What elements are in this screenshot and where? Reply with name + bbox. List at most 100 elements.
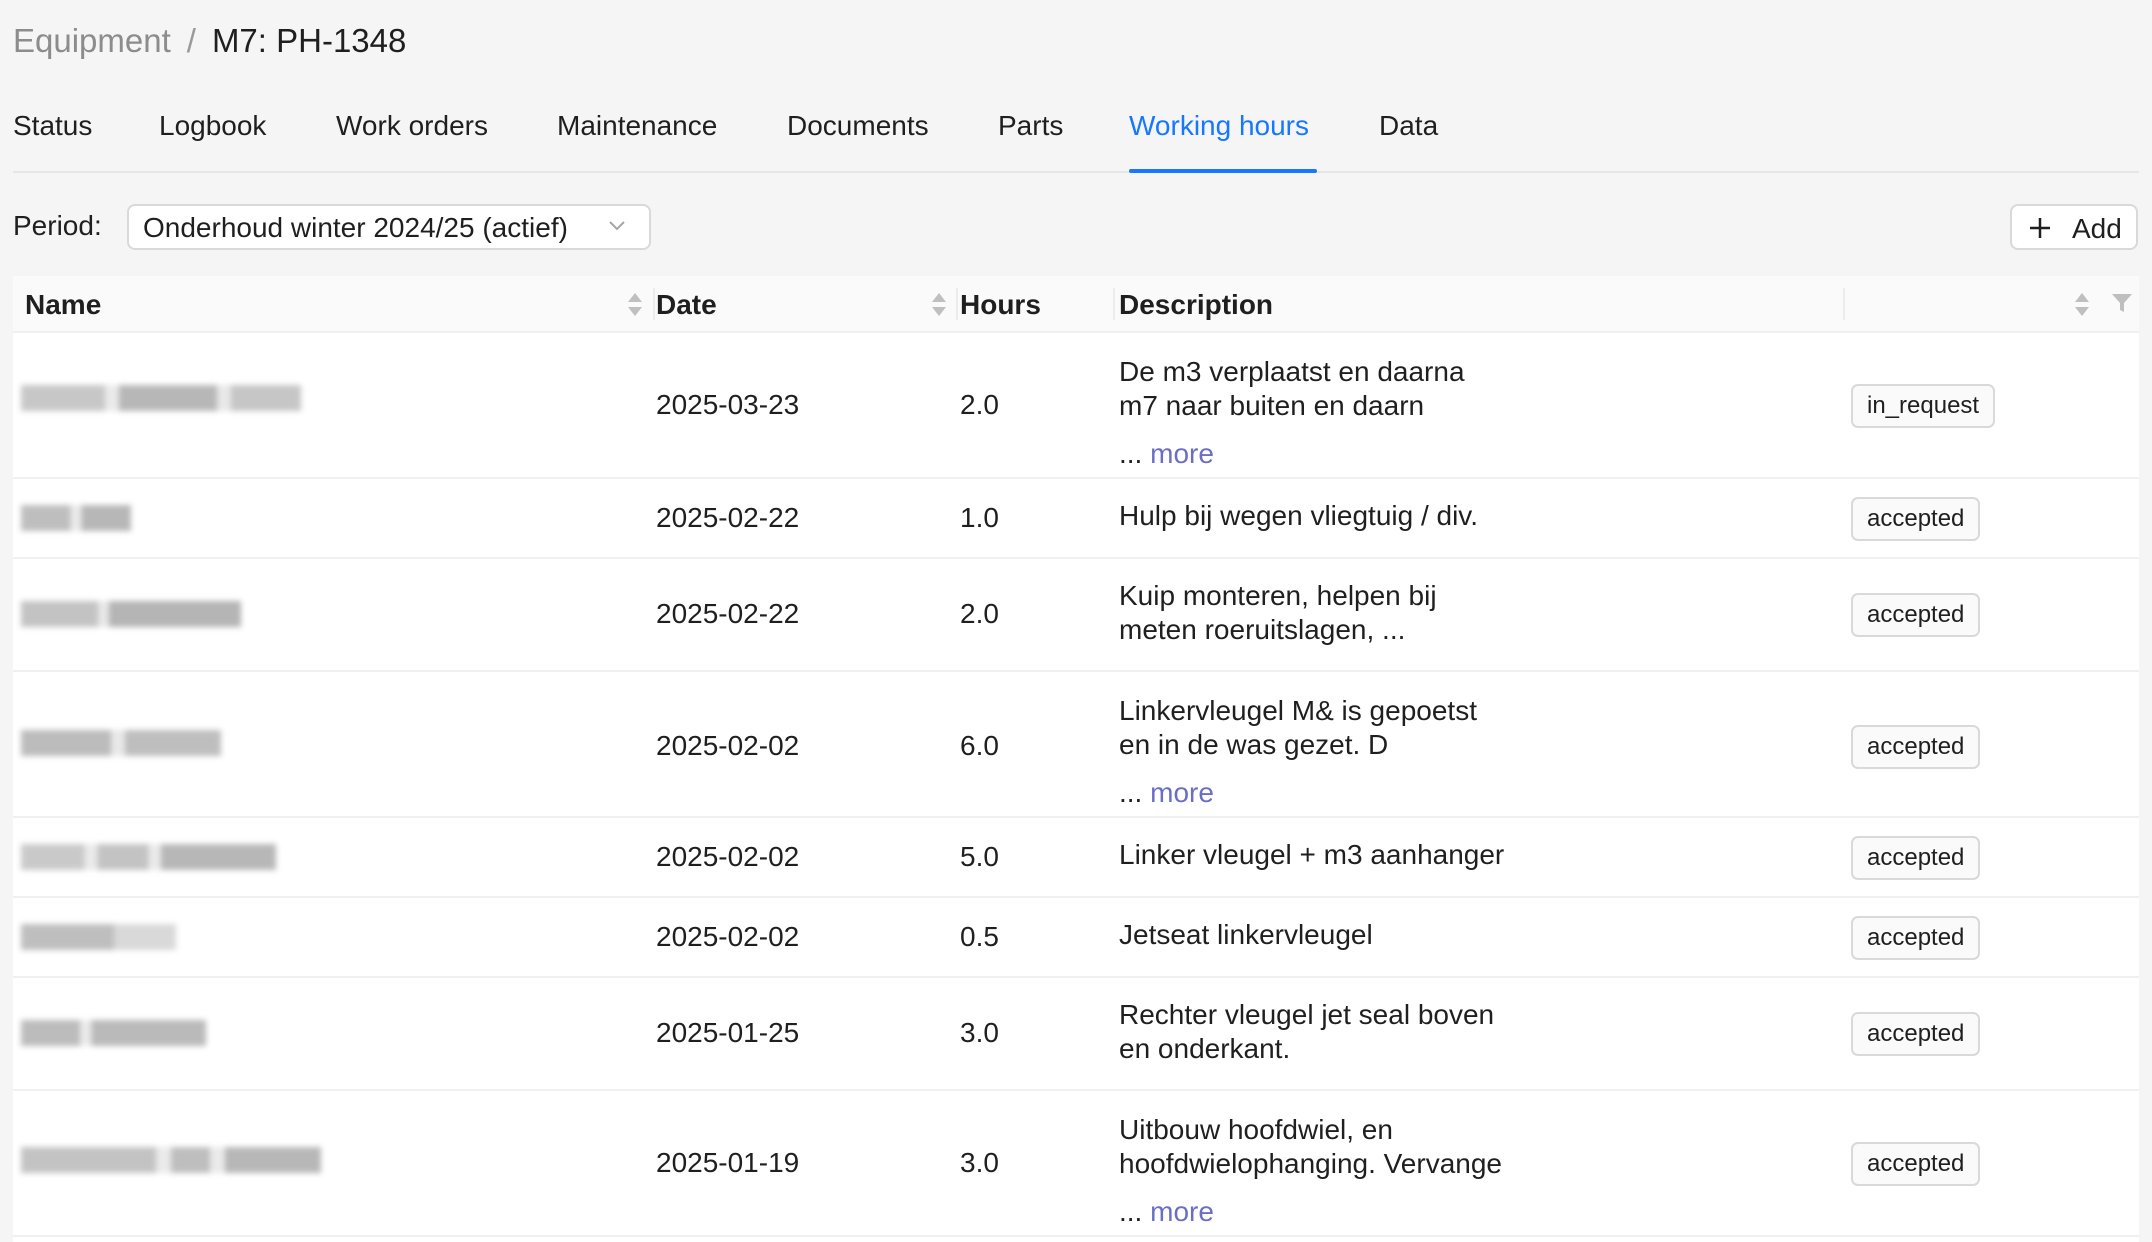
filter-icon[interactable] [2111, 292, 2133, 314]
description-line: Linker vleugel + m3 aanhanger [1119, 839, 1505, 870]
table-row: 2025-02-02 5.0 Linker vleugel + m3 aanha… [13, 818, 2139, 898]
date-cell: 2025-03-23 [656, 389, 800, 420]
description-line: Rechter vleugel jet seal boven [1119, 999, 1495, 1030]
table-header: Name Date Hours Description [13, 276, 2139, 333]
description-cell: De m3 verplaatst en daarna m7 naar buite… [1119, 355, 1619, 471]
ellipsis: ... [1119, 777, 1143, 808]
description-cell: Rechter vleugel jet seal boven en onderk… [1119, 998, 1619, 1066]
redacted-name [21, 730, 221, 756]
column-header-description: Description [1119, 289, 1274, 320]
working-hours-table: Name Date Hours Description 2025-03-23 2… [13, 276, 2139, 1242]
redacted-name [21, 505, 131, 531]
tab-logbook[interactable]: Logbook [159, 110, 266, 142]
date-cell: 2025-02-02 [656, 730, 800, 761]
tab-documents[interactable]: Documents [787, 110, 929, 142]
plus-icon [2030, 218, 2050, 238]
description-line: Jetseat linkervleugel [1119, 919, 1373, 950]
breadcrumb-equipment-link[interactable]: Equipment [13, 22, 171, 60]
hours-cell: 6.0 [960, 730, 999, 761]
description-line: Kuip monteren, helpen bij [1119, 580, 1437, 611]
more-link[interactable]: more [1150, 777, 1214, 808]
more-link[interactable]: more [1150, 438, 1214, 469]
description-line: Uitbouw hoofdwiel, en [1119, 1114, 1393, 1145]
column-header-name[interactable]: Name [25, 289, 101, 321]
tab-data[interactable]: Data [1379, 110, 1438, 142]
ellipsis: ... [1119, 1196, 1143, 1227]
description-line: De m3 verplaatst en daarna [1119, 356, 1465, 387]
period-label: Period: [13, 210, 102, 241]
redacted-name [21, 601, 241, 627]
period-select[interactable]: Onderhoud winter 2024/25 (actief) [127, 204, 651, 250]
tab-maintenance[interactable]: Maintenance [557, 110, 717, 142]
status-badge: in_request [1851, 384, 1996, 428]
redacted-name [21, 844, 276, 870]
tab-status[interactable]: Status [13, 110, 92, 142]
name-cell-redacted [21, 730, 221, 756]
description-cell: Kuip monteren, helpen bij meten roeruits… [1119, 579, 1619, 647]
table-row: 2025-02-02 0.5 Jetseat linkervleugel acc… [13, 898, 2139, 978]
breadcrumb-current: M7: PH-1348 [211, 22, 407, 59]
table-row: 2025-02-22 1.0 Hulp bij wegen vliegtuig … [13, 479, 2139, 559]
description-cell: Uitbouw hoofdwiel, en hoofdwielophanging… [1119, 1113, 1619, 1229]
date-cell: 2025-01-19 [656, 1147, 800, 1178]
sort-icon[interactable] [626, 290, 644, 320]
description-line: hoofdwielophanging. Vervange [1119, 1148, 1502, 1179]
column-header-date[interactable]: Date [656, 289, 717, 321]
date-cell: 2025-02-22 [656, 598, 800, 629]
status-badge: accepted [1851, 836, 1981, 880]
status-badge: accepted [1851, 497, 1981, 541]
tab-working-hours[interactable]: Working hours [1129, 110, 1309, 142]
redacted-name [21, 385, 301, 411]
description-cell: Linker vleugel + m3 aanhanger [1119, 838, 1619, 872]
breadcrumb: Equipment / M7: PH-1348 [13, 22, 406, 60]
more-line: ... more [1119, 776, 1619, 810]
hours-cell: 2.0 [960, 389, 999, 420]
column-divider [1113, 288, 1115, 320]
sort-icon[interactable] [2073, 290, 2091, 320]
table-row: 2025-01-25 3.0 Rechter vleugel jet seal … [13, 978, 2139, 1091]
date-cell: 2025-02-02 [656, 841, 800, 872]
table-row: 2025-02-22 2.0 Kuip monteren, helpen bij… [13, 559, 2139, 672]
hours-cell: 3.0 [960, 1147, 999, 1178]
column-divider [956, 288, 958, 320]
description-cell: Hulp bij wegen vliegtuig / div. [1119, 499, 1619, 533]
active-tab-indicator [1129, 169, 1317, 173]
description-line: Hulp bij wegen vliegtuig / div. [1119, 500, 1479, 531]
name-cell-redacted [21, 505, 131, 531]
more-line: ... more [1119, 437, 1619, 471]
hours-cell: 5.0 [960, 841, 999, 872]
add-button-label: Add [2072, 213, 2122, 244]
description-cell: Linkervleugel M& is gepoetst en in de wa… [1119, 694, 1619, 810]
name-cell-redacted [21, 924, 176, 950]
tab-parts[interactable]: Parts [998, 110, 1063, 142]
sort-icon[interactable] [930, 290, 948, 320]
column-divider [1843, 288, 1845, 320]
description-line: m7 naar buiten en daarn [1119, 390, 1425, 421]
name-cell-redacted [21, 844, 276, 870]
hours-cell: 3.0 [960, 1017, 999, 1048]
hours-cell: 2.0 [960, 598, 999, 629]
hours-cell: 1.0 [960, 502, 999, 533]
add-button[interactable]: Add [2010, 204, 2138, 250]
period-select-value: Onderhoud winter 2024/25 (actief) [143, 212, 568, 243]
column-header-hours: Hours [960, 289, 1041, 320]
working-hours-page: Equipment / M7: PH-1348 Status Logbook W… [0, 0, 2152, 1242]
more-line: ... more [1119, 1195, 1619, 1229]
status-badge: accepted [1851, 916, 1981, 960]
status-badge: accepted [1851, 593, 1981, 637]
tab-work-orders[interactable]: Work orders [336, 110, 488, 142]
table-row: 2025-03-23 2.0 De m3 verplaatst en daarn… [13, 333, 2139, 479]
hours-cell: 0.5 [960, 921, 999, 952]
redacted-name [21, 1020, 206, 1046]
description-line: en in de was gezet. D [1119, 729, 1389, 760]
table-row: 2025-02-02 6.0 Linkervleugel M& is gepoe… [13, 672, 2139, 818]
redacted-name [21, 924, 176, 950]
status-badge: accepted [1851, 1142, 1981, 1186]
description-line: Linkervleugel M& is gepoetst [1119, 695, 1477, 726]
breadcrumb-separator: / [186, 22, 196, 59]
name-cell-redacted [21, 1020, 206, 1046]
more-link[interactable]: more [1150, 1196, 1214, 1227]
ellipsis: ... [1119, 438, 1143, 469]
description-cell: Jetseat linkervleugel [1119, 918, 1619, 952]
chevron-down-icon [609, 221, 625, 231]
